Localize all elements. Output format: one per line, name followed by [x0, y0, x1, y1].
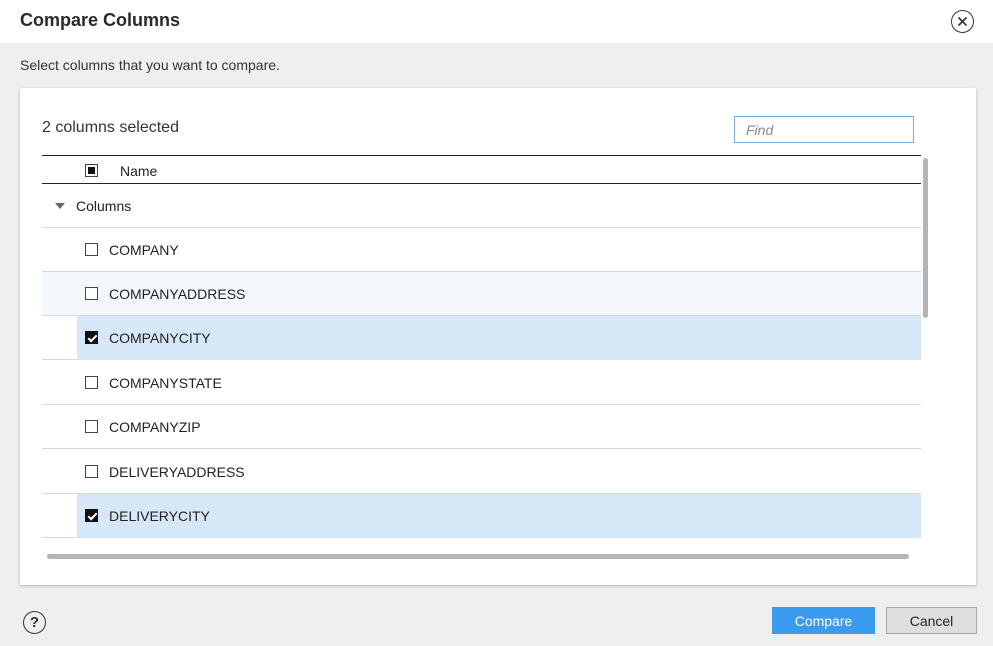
column-row-companyaddress[interactable]: COMPANYADDRESS: [42, 272, 921, 316]
row-checkbox[interactable]: [85, 465, 98, 478]
column-row-companyzip[interactable]: COMPANYZIP: [42, 405, 921, 449]
column-name: COMPANYSTATE: [109, 375, 222, 391]
cancel-button[interactable]: Cancel: [886, 607, 977, 634]
vertical-scrollbar[interactable]: [923, 158, 928, 318]
column-row-companycity[interactable]: COMPANYCITY: [42, 316, 921, 360]
group-label: Columns: [76, 198, 132, 214]
row-checkbox[interactable]: [85, 509, 98, 522]
select-all-checkbox[interactable]: [85, 164, 98, 177]
horizontal-scrollbar[interactable]: [47, 554, 909, 559]
row-checkbox[interactable]: [85, 331, 98, 344]
close-icon: [957, 16, 968, 27]
name-column-header[interactable]: Name: [120, 163, 157, 179]
column-row-deliveryaddress[interactable]: DELIVERYADDRESS: [42, 450, 921, 494]
column-name: COMPANYADDRESS: [109, 286, 246, 302]
caret-down-icon[interactable]: [55, 203, 65, 209]
dialog-title: Compare Columns: [20, 10, 181, 30]
selected-count-label: 2 columns selected: [42, 119, 179, 136]
row-checkbox[interactable]: [85, 420, 98, 433]
column-name: COMPANYZIP: [109, 419, 201, 435]
dialog-subtitle: Select columns that you want to compare.: [20, 57, 280, 73]
close-button[interactable]: [951, 10, 974, 33]
row-checkbox[interactable]: [85, 243, 98, 256]
columns-grid: Name Columns COMPANY COMPANYADDRESS COMP…: [42, 155, 921, 539]
dialog-titlebar: Compare Columns: [0, 0, 993, 43]
help-button[interactable]: ?: [23, 611, 46, 634]
grid-header-row: Name: [42, 155, 921, 184]
column-name: COMPANY: [109, 242, 179, 258]
row-checkbox[interactable]: [85, 287, 98, 300]
column-row-company[interactable]: COMPANY: [42, 228, 921, 272]
row-checkbox[interactable]: [85, 376, 98, 389]
column-name: DELIVERYADDRESS: [109, 464, 245, 480]
question-circle-icon: ?: [29, 614, 40, 631]
column-row-companystate[interactable]: COMPANYSTATE: [42, 361, 921, 405]
find-input[interactable]: [734, 116, 914, 143]
column-name: COMPANYCITY: [109, 330, 211, 346]
column-row-deliverycity[interactable]: DELIVERYCITY: [42, 494, 921, 538]
column-name: DELIVERYCITY: [109, 508, 210, 524]
compare-button[interactable]: Compare: [772, 607, 875, 634]
column-selection-panel: 2 columns selected Name Columns COMPANY …: [20, 88, 976, 585]
compare-columns-dialog: Compare Columns Select columns that you …: [0, 0, 993, 646]
columns-group-row[interactable]: Columns: [42, 184, 921, 228]
